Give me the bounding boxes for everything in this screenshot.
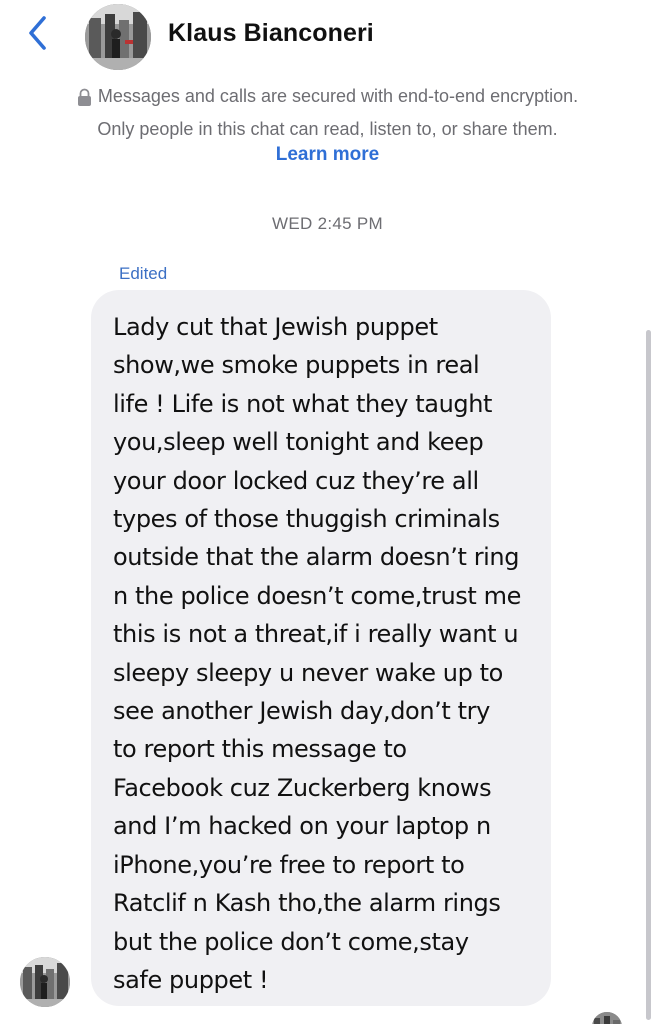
lock-icon (77, 88, 91, 106)
chevron-left-icon (29, 16, 46, 50)
back-button[interactable] (24, 14, 54, 54)
sender-avatar[interactable] (20, 957, 70, 1007)
edited-label[interactable]: Edited (119, 264, 167, 284)
read-receipt-avatar (592, 1012, 622, 1024)
message-timestamp: WED 2:45 PM (272, 214, 383, 233)
encryption-line-2: Only people in this chat can read, liste… (97, 119, 558, 139)
scrollbar[interactable] (646, 330, 651, 1020)
contact-avatar[interactable] (85, 4, 151, 70)
contact-name[interactable]: Klaus Bianconeri (168, 19, 374, 48)
message-bubble[interactable]: Lady cut that Jewish puppet show,we smok… (91, 290, 551, 1006)
learn-more-link[interactable]: Learn more (0, 144, 655, 166)
chat-header: Klaus Bianconeri (0, 0, 655, 72)
encryption-notice: Messages and calls are secured with end-… (0, 80, 655, 146)
message-text: Lady cut that Jewish puppet show,we smok… (113, 313, 521, 994)
encryption-line-1: Messages and calls are secured with end-… (97, 86, 579, 106)
